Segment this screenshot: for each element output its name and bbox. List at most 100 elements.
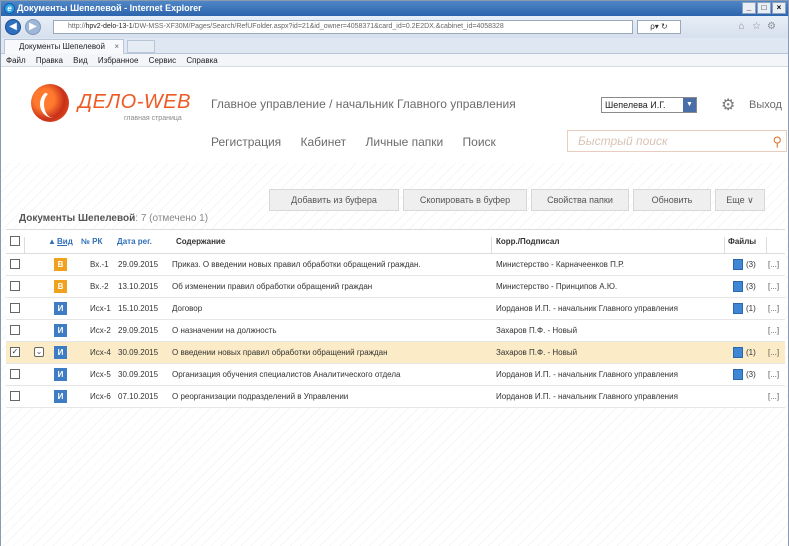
menu-view[interactable]: Вид xyxy=(73,56,87,65)
user-select[interactable]: Шепелева И.Г. ▼ xyxy=(601,97,697,113)
row-more-link[interactable]: [...] xyxy=(768,370,779,379)
row-more-link[interactable]: [...] xyxy=(768,304,779,313)
file-icon[interactable] xyxy=(733,281,743,292)
row-files-count[interactable]: (3) xyxy=(746,260,756,269)
header-files[interactable]: Файлы xyxy=(728,237,756,246)
table-row[interactable]: В Вх.-2 13.10.2015 Об изменении правил обра… xyxy=(6,276,785,298)
nav-personal-folders[interactable]: Личные папки xyxy=(365,135,443,149)
row-checkbox[interactable] xyxy=(10,325,20,335)
folder-properties-button[interactable]: Свойства папки xyxy=(531,189,629,211)
row-checkbox[interactable] xyxy=(10,303,20,313)
table-row[interactable]: И Исх-2 29.09.2015 О назначении на должност… xyxy=(6,320,785,342)
row-content[interactable]: О реорганизации подразделений в Управлен… xyxy=(172,392,348,401)
header-num[interactable]: № РК xyxy=(81,237,102,246)
logo-text[interactable]: ДЕЛО-WEB xyxy=(78,91,191,114)
search-icon[interactable]: ⚲ xyxy=(772,132,782,152)
row-reg-number[interactable]: Вх.-1 xyxy=(90,260,109,269)
expand-row-icon[interactable]: ⌄ xyxy=(34,347,44,357)
menu-help[interactable]: Справка xyxy=(186,56,217,65)
row-content[interactable]: О назначении на должность xyxy=(172,326,277,335)
row-more-link[interactable]: [...] xyxy=(768,348,779,357)
forward-button[interactable]: ▶ xyxy=(25,19,41,35)
file-icon[interactable] xyxy=(733,347,743,358)
address-prefix: http:// xyxy=(68,23,86,30)
row-content[interactable]: Договор xyxy=(172,304,202,313)
header-date[interactable]: Дата рег. xyxy=(117,237,152,246)
file-icon[interactable] xyxy=(733,259,743,270)
menu-edit[interactable]: Правка xyxy=(36,56,63,65)
row-reg-number[interactable]: Исх-2 xyxy=(90,326,111,335)
quick-search-input[interactable]: Быстрый поиск ⚲ xyxy=(567,130,787,152)
file-icon[interactable] xyxy=(733,369,743,380)
minimize-button[interactable]: _ xyxy=(742,2,756,14)
address-input[interactable]: http://hpv2-delo-13-1/DW-MSS-XF30M/Pages… xyxy=(53,20,633,34)
row-files-count[interactable]: (1) xyxy=(746,304,756,313)
address-path: /DW-MSS-XF30M/Pages/Search/RefUFolder.as… xyxy=(132,23,504,30)
row-checkbox[interactable] xyxy=(10,281,20,291)
row-checkbox[interactable] xyxy=(10,259,20,269)
header-corr[interactable]: Корр./Подписал xyxy=(496,237,559,246)
table-row[interactable]: И Исх-5 30.09.2015 Организация обучения спе… xyxy=(6,364,785,386)
header-vid[interactable]: Вид xyxy=(57,237,73,246)
delo-logo-icon[interactable] xyxy=(31,84,69,122)
row-more-link[interactable]: [...] xyxy=(768,392,779,401)
header-content[interactable]: Содержание xyxy=(176,237,225,246)
settings-gear-icon[interactable]: ⚙ xyxy=(721,95,735,115)
menu-favorites[interactable]: Избранное xyxy=(98,56,139,65)
more-button[interactable]: Еще ∨ xyxy=(715,189,765,211)
table-header: ▲ Вид № РК Дата рег. Содержание Корр./По… xyxy=(6,230,785,261)
row-files-count[interactable]: (3) xyxy=(746,282,756,291)
table-row[interactable]: В Вх.-1 29.09.2015 Приказ. О введении новых… xyxy=(6,254,785,276)
row-content[interactable]: О введении новых правил обработки обраще… xyxy=(172,348,388,357)
row-content[interactable]: Организация обучения специалистов Аналит… xyxy=(172,370,400,379)
row-reg-number[interactable]: Вх.-2 xyxy=(90,282,109,291)
row-correspondent: Иорданов И.П. - начальник Главного управ… xyxy=(496,304,678,313)
row-checkbox[interactable]: ✓ xyxy=(10,347,20,357)
row-checkbox[interactable] xyxy=(10,391,20,401)
row-reg-number[interactable]: Исх-4 xyxy=(90,348,111,357)
row-files-count[interactable]: (1) xyxy=(746,348,756,357)
tab-close-icon[interactable]: × xyxy=(114,40,119,53)
tools-gear-icon[interactable]: ⚙ xyxy=(766,21,777,32)
row-reg-number[interactable]: Исх-1 xyxy=(90,304,111,313)
row-reg-number[interactable]: Исх-6 xyxy=(90,392,111,401)
table-row[interactable]: И Исх-6 07.10.2015 О реорганизации подразде… xyxy=(6,386,785,408)
file-icon[interactable] xyxy=(733,303,743,314)
row-content[interactable]: Приказ. О введении новых правил обработк… xyxy=(172,260,421,269)
refresh-button[interactable]: Обновить xyxy=(633,189,711,211)
menu-tools[interactable]: Сервис xyxy=(149,56,176,65)
exit-link[interactable]: Выход xyxy=(749,99,782,111)
list-title: Документы Шепелевой: 7 (отмечено 1) xyxy=(19,213,208,224)
row-reg-date: 07.10.2015 xyxy=(118,392,159,401)
row-more-link[interactable]: [...] xyxy=(768,326,779,335)
close-button[interactable]: × xyxy=(772,2,786,14)
favorites-star-icon[interactable]: ☆ xyxy=(751,21,762,32)
row-more-link[interactable]: [...] xyxy=(768,282,779,291)
select-all-checkbox[interactable] xyxy=(10,236,20,246)
table-row[interactable]: ✓ ⌄ И Исх-4 30.09.2015 О введении новых прави… xyxy=(6,342,785,364)
add-from-buffer-button[interactable]: Добавить из буфера xyxy=(269,189,399,211)
tab-bar: Документы Шепелевой × xyxy=(1,38,788,54)
row-reg-date: 29.09.2015 xyxy=(118,260,159,269)
row-reg-number[interactable]: Исх-5 xyxy=(90,370,111,379)
row-more-link[interactable]: [...] xyxy=(768,260,779,269)
nav-registration[interactable]: Регистрация xyxy=(211,135,281,149)
row-files-count[interactable]: (3) xyxy=(746,370,756,379)
nav-cabinet[interactable]: Кабинет xyxy=(301,135,347,149)
new-tab-button[interactable] xyxy=(127,40,155,53)
window-titlebar: e Документы Шепелевой - Internet Explore… xyxy=(1,1,788,16)
back-button[interactable]: ◀ xyxy=(5,19,21,35)
copy-to-buffer-button[interactable]: Скопировать в буфер xyxy=(403,189,527,211)
home-icon[interactable]: ⌂ xyxy=(736,21,747,32)
row-content[interactable]: Об изменении правил обработки обращений … xyxy=(172,282,372,291)
logo-subtitle[interactable]: главная страница xyxy=(124,115,182,122)
menu-file[interactable]: Файл xyxy=(6,56,26,65)
main-nav: Регистрация Кабинет Личные папки Поиск xyxy=(211,135,512,149)
maximize-button[interactable]: □ xyxy=(757,2,771,14)
browser-tab[interactable]: Документы Шепелевой × xyxy=(4,39,124,54)
address-go-button[interactable]: ρ▾ ↻ xyxy=(637,20,681,34)
table-row[interactable]: И Исх-1 15.10.2015 Договор Иорданов И.П. - н… xyxy=(6,298,785,320)
row-checkbox[interactable] xyxy=(10,369,20,379)
nav-search[interactable]: Поиск xyxy=(463,135,496,149)
sort-arrow-icon[interactable]: ▲ xyxy=(48,237,56,246)
